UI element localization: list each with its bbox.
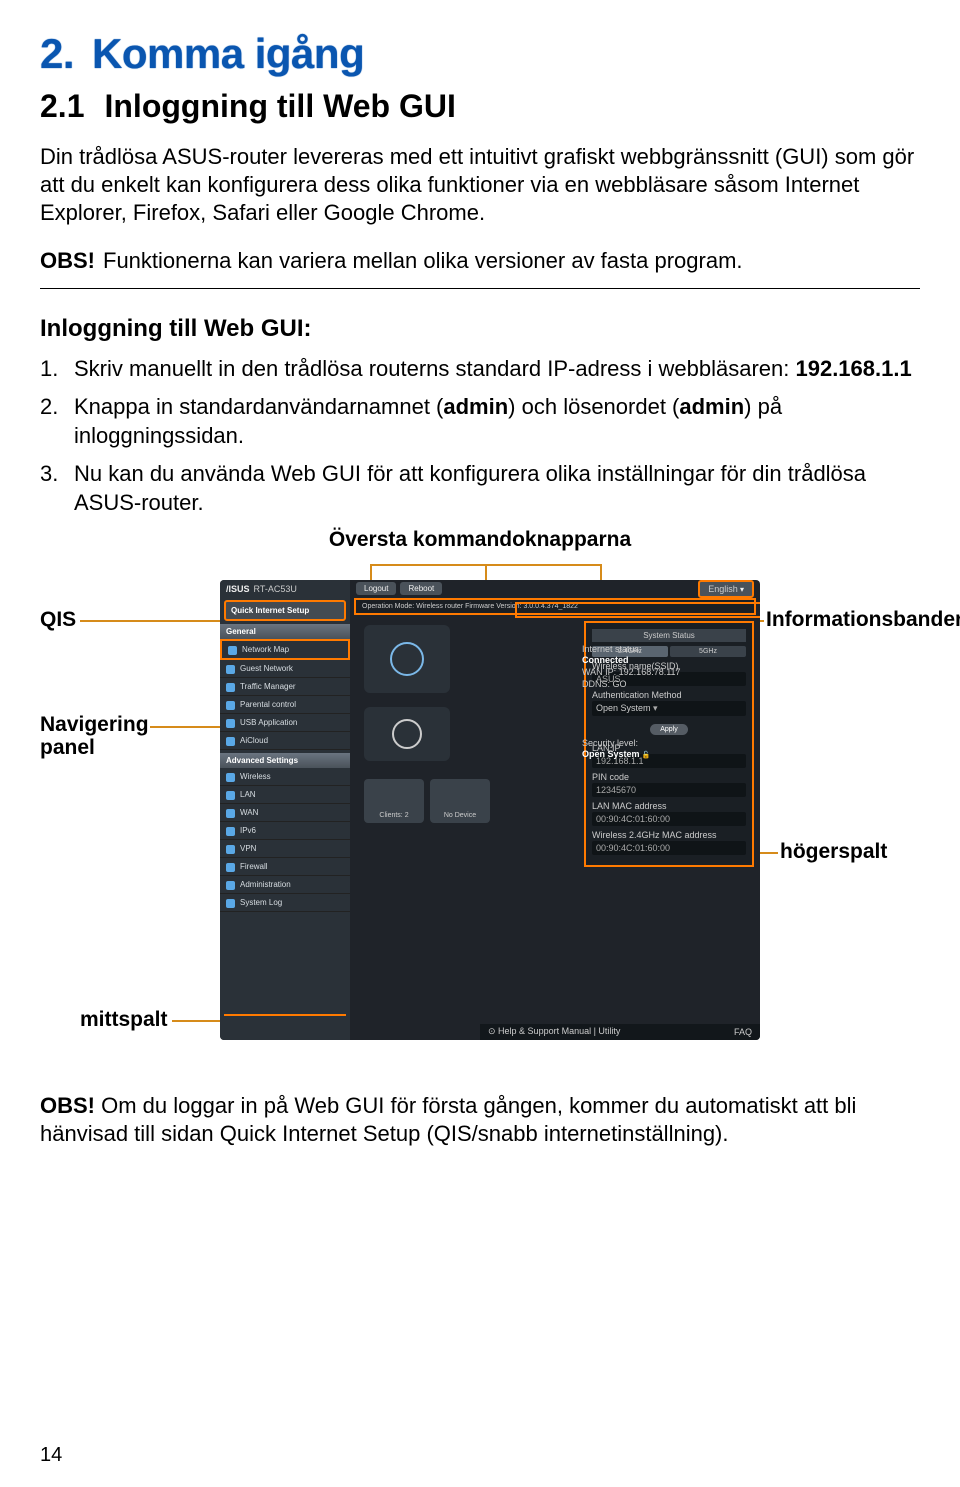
note-label: OBS! [40, 248, 95, 273]
clients-icon[interactable]: Clients: 2 [364, 779, 424, 823]
note-text: Om du loggar in på Web GUI för första gå… [40, 1093, 856, 1146]
gui-main: Logout Reboot English ▾ Operation Mode: … [350, 580, 760, 1040]
nav-header-advanced: Advanced Settings [220, 753, 350, 768]
nav-item[interactable]: Administration [220, 876, 350, 894]
section-number: 2.1 [40, 88, 84, 124]
leader-line [80, 620, 226, 622]
page-number: 14 [40, 1444, 62, 1467]
auth-field[interactable]: Open System ▾ [592, 701, 746, 716]
nav-item[interactable]: Parental control [220, 696, 350, 714]
nav-item[interactable]: WAN [220, 804, 350, 822]
nav-item[interactable]: Firewall [220, 858, 350, 876]
internet-status-card[interactable] [364, 625, 450, 693]
highlight-box [515, 602, 760, 618]
section-heading: 2.1 Inloggning till Web GUI [40, 88, 920, 125]
tab-5ghz[interactable]: 5GHz [670, 646, 746, 657]
nav-item[interactable]: Guest Network [220, 660, 350, 678]
nav-item[interactable]: AiCloud [220, 732, 350, 750]
label-right: högerspalt [780, 840, 887, 863]
nav-item[interactable]: Network Map [220, 639, 350, 660]
router-gui-screenshot: /ISUS RT-AC53U Quick Internet Setup Gene… [220, 580, 760, 1040]
note-label: OBS! [40, 1093, 95, 1118]
label-mitt: mittspalt [80, 1008, 168, 1031]
language-dropdown[interactable]: English ▾ [698, 580, 754, 598]
qis-button[interactable]: Quick Internet Setup [224, 600, 346, 621]
reboot-button[interactable]: Reboot [400, 582, 442, 595]
usb-icon[interactable]: No Device [430, 779, 490, 823]
steps-heading: Inloggning till Web GUI: [40, 315, 920, 343]
nav-item[interactable]: Wireless [220, 768, 350, 786]
gui-topbar: Logout Reboot English ▾ [350, 580, 760, 598]
globe-icon [390, 642, 424, 676]
note-text: Funktionerna kan variera mellan olika ve… [103, 248, 743, 273]
gui-logo: /ISUS RT-AC53U [220, 580, 350, 598]
apply-button[interactable]: Apply [650, 724, 688, 735]
nav-item[interactable]: VPN [220, 840, 350, 858]
nav-item[interactable]: Traffic Manager [220, 678, 350, 696]
nav-item[interactable]: System Log [220, 894, 350, 912]
security-card[interactable] [364, 707, 450, 761]
nav-item[interactable]: USB Application [220, 714, 350, 732]
section-title: Inloggning till Web GUI [104, 88, 455, 124]
help-link[interactable]: ⊙ Help & Support Manual | Utility [488, 1026, 620, 1037]
label-nav: Navigering panel [40, 713, 160, 759]
nav-header-general: General [220, 624, 350, 639]
note-1: OBS! Funktionerna kan variera mellan olik… [40, 247, 920, 288]
annotated-screenshot: QIS Navigering panel mittspalt Informati… [40, 558, 920, 1078]
steps-list: 1. Skriv manuellt in den trådlösa router… [40, 355, 920, 518]
chapter-title: Komma igång [92, 30, 364, 77]
step-2: 2. Knappa in standardanvändarnamnet (adm… [40, 393, 920, 450]
gui-footer: ⊙ Help & Support Manual | Utility FAQ [480, 1024, 760, 1040]
nav-item[interactable]: LAN [220, 786, 350, 804]
center-column: Internet status: Connected WAN IP: 192.1… [356, 621, 584, 867]
logout-button[interactable]: Logout [356, 582, 396, 595]
faq-link[interactable]: FAQ [734, 1027, 752, 1037]
intro-paragraph: Din trådlösa ASUS-router levereras med e… [40, 143, 920, 227]
note-2: OBS! Om du loggar in på Web GUI för förs… [40, 1092, 920, 1148]
label-info: Informationsbanderoll [766, 608, 960, 631]
figure-caption-top: Översta kommandoknapparna [40, 528, 920, 552]
step-3: 3. Nu kan du använda Web GUI för att kon… [40, 460, 920, 517]
label-qis: QIS [40, 608, 76, 631]
step-1: 1. Skriv manuellt in den trådlösa router… [40, 355, 920, 384]
leader-line [150, 726, 226, 728]
gui-sidebar: /ISUS RT-AC53U Quick Internet Setup Gene… [220, 580, 350, 1040]
chapter-heading: 2. Komma igång [40, 30, 920, 78]
panel-title: System Status [592, 629, 746, 642]
chapter-number: 2. [40, 30, 74, 77]
nav-item[interactable]: IPv6 [220, 822, 350, 840]
